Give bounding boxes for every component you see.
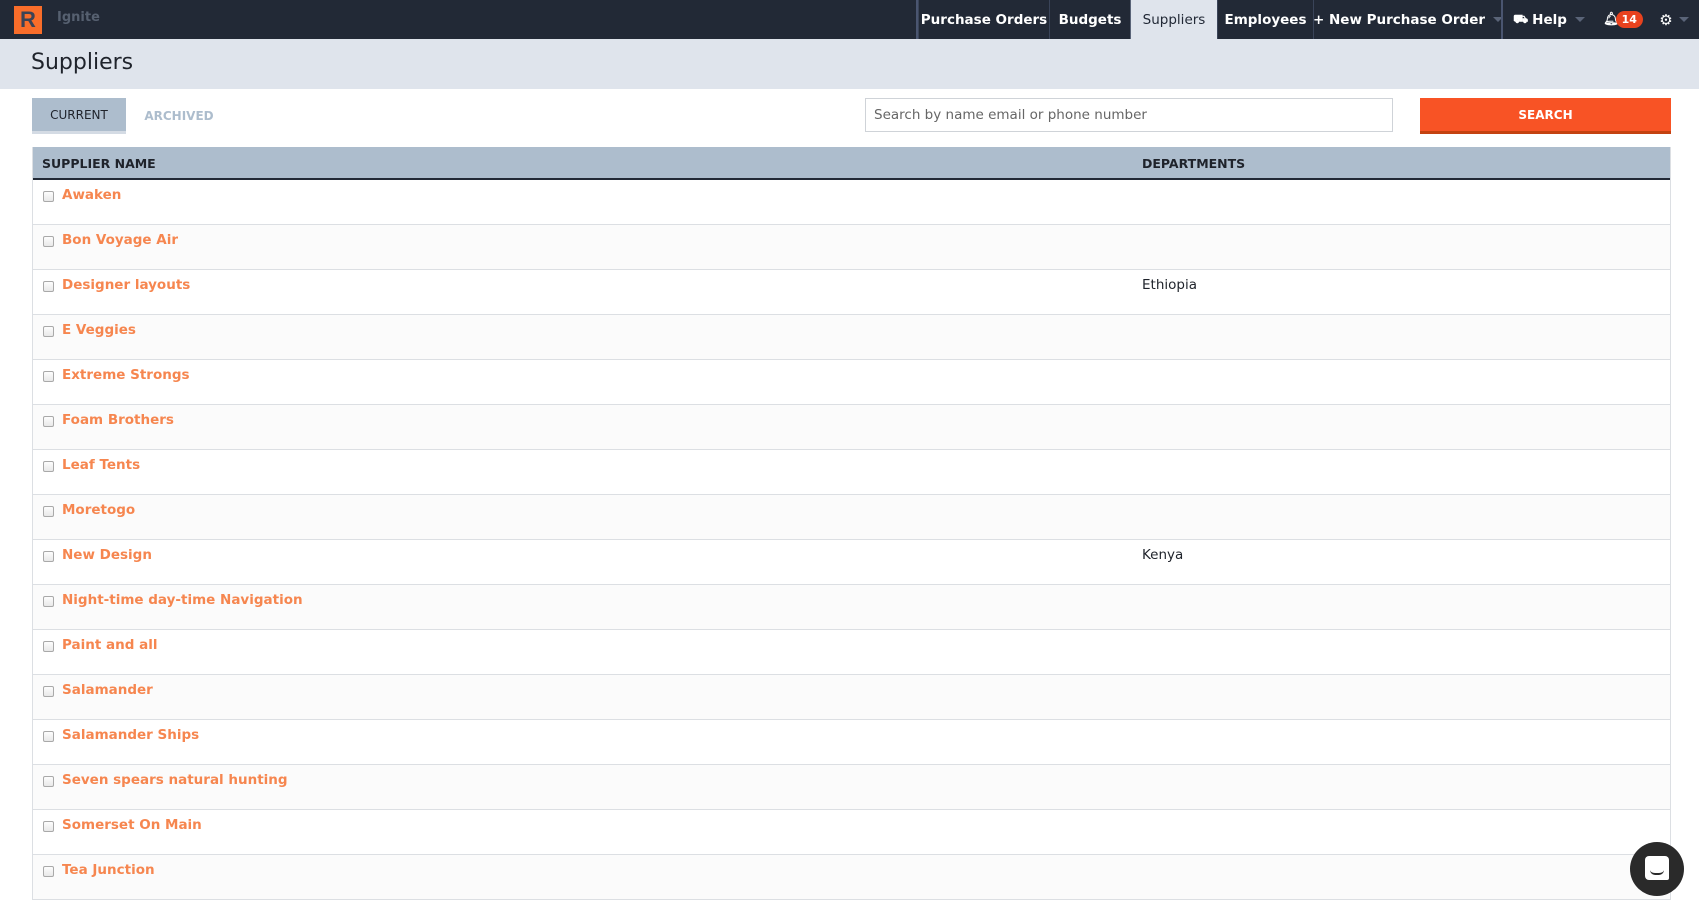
table-row: Salamander Ships bbox=[33, 720, 1670, 765]
row-checkbox[interactable] bbox=[43, 596, 54, 607]
row-checkbox[interactable] bbox=[43, 461, 54, 472]
row-checkbox[interactable] bbox=[43, 641, 54, 652]
supplier-name-link[interactable]: Salamander Ships bbox=[62, 727, 199, 743]
page-header: Suppliers bbox=[0, 39, 1699, 89]
nav-budgets[interactable]: Budgets bbox=[1049, 0, 1130, 39]
supplier-name-link[interactable]: E Veggies bbox=[62, 322, 136, 338]
table-row: Moretogo bbox=[33, 495, 1670, 540]
row-checkbox[interactable] bbox=[43, 191, 54, 202]
help-menu[interactable]: ⛟ Help bbox=[1503, 0, 1595, 39]
table-row: New Design Kenya bbox=[33, 540, 1670, 585]
table-row: Awaken bbox=[33, 180, 1670, 225]
settings-menu[interactable]: ⚙ bbox=[1652, 0, 1696, 39]
supplier-name-link[interactable]: Awaken bbox=[62, 187, 121, 203]
supplier-name-link[interactable]: Bon Voyage Air bbox=[62, 232, 178, 248]
notifications-button[interactable]: 🔔︎ 14 bbox=[1600, 0, 1646, 39]
supplier-name-link[interactable]: Moretogo bbox=[62, 502, 135, 518]
table-body: Awaken Bon Voyage Air Designer layouts Ethi… bbox=[33, 180, 1670, 900]
supplier-name-link[interactable]: Tea Junction bbox=[62, 862, 155, 878]
nav-employees[interactable]: Employees bbox=[1217, 0, 1313, 39]
supplier-departments: Ethiopia bbox=[1142, 277, 1197, 293]
supplier-name-link[interactable]: Salamander bbox=[62, 682, 153, 698]
supplier-name-link[interactable]: Night-time day-time Navigation bbox=[62, 592, 303, 608]
row-checkbox[interactable] bbox=[43, 686, 54, 697]
table-header: SUPPLIER NAME DEPARTMENTS bbox=[33, 147, 1670, 180]
gear-icon: ⚙ bbox=[1659, 10, 1673, 29]
row-checkbox[interactable] bbox=[43, 506, 54, 517]
suppliers-table: SUPPLIER NAME DEPARTMENTS Awaken Bon Voya… bbox=[32, 147, 1671, 900]
supplier-name-link[interactable]: Designer layouts bbox=[62, 277, 190, 293]
table-row: Designer layouts Ethiopia bbox=[33, 270, 1670, 315]
org-name: Ignite bbox=[57, 10, 100, 25]
ambulance-icon: ⛟ bbox=[1513, 11, 1529, 26]
table-row: Somerset On Main bbox=[33, 810, 1670, 855]
nav-purchase-orders[interactable]: Purchase Orders bbox=[918, 0, 1049, 39]
chat-icon bbox=[1645, 856, 1669, 880]
row-checkbox[interactable] bbox=[43, 731, 54, 742]
supplier-name-link[interactable]: New Design bbox=[62, 547, 152, 563]
help-label: Help bbox=[1532, 11, 1567, 28]
supplier-name-link[interactable]: Paint and all bbox=[62, 637, 157, 653]
table-row: Bon Voyage Air bbox=[33, 225, 1670, 270]
row-checkbox[interactable] bbox=[43, 326, 54, 337]
supplier-name-link[interactable]: Foam Brothers bbox=[62, 412, 174, 428]
tab-current[interactable]: CURRENT bbox=[32, 98, 126, 134]
row-checkbox[interactable] bbox=[43, 551, 54, 562]
table-row: Tea Junction bbox=[33, 855, 1670, 900]
new-purchase-order-button[interactable]: + New Purchase Order bbox=[1312, 0, 1504, 39]
supplier-name-link[interactable]: Seven spears natural hunting bbox=[62, 772, 288, 788]
supplier-departments: Kenya bbox=[1142, 547, 1184, 563]
row-checkbox[interactable] bbox=[43, 236, 54, 247]
chat-launcher-button[interactable] bbox=[1630, 842, 1684, 896]
chevron-down-icon bbox=[1678, 17, 1689, 22]
supplier-name-link[interactable]: Leaf Tents bbox=[62, 457, 140, 473]
nav-suppliers[interactable]: Suppliers bbox=[1130, 0, 1217, 39]
chevron-down-icon bbox=[1574, 17, 1585, 22]
table-row: Salamander bbox=[33, 675, 1670, 720]
table-row: Foam Brothers bbox=[33, 405, 1670, 450]
row-checkbox[interactable] bbox=[43, 416, 54, 427]
search-button[interactable]: SEARCH bbox=[1420, 98, 1671, 134]
supplier-name-link[interactable]: Somerset On Main bbox=[62, 817, 202, 833]
new-purchase-order-label: + New Purchase Order bbox=[1312, 11, 1486, 28]
supplier-name-link[interactable]: Extreme Strongs bbox=[62, 367, 190, 383]
notification-badge: 14 bbox=[1615, 11, 1643, 28]
row-checkbox[interactable] bbox=[43, 281, 54, 292]
table-row: Paint and all bbox=[33, 630, 1670, 675]
table-row: Night-time day-time Navigation bbox=[33, 585, 1670, 630]
table-row: Seven spears natural hunting bbox=[33, 765, 1670, 810]
table-row: Extreme Strongs bbox=[33, 360, 1670, 405]
top-navbar: R Ignite Purchase Orders Budgets Supplie… bbox=[0, 0, 1699, 39]
row-checkbox[interactable] bbox=[43, 866, 54, 877]
column-header-departments[interactable]: DEPARTMENTS bbox=[1142, 156, 1245, 171]
row-checkbox[interactable] bbox=[43, 776, 54, 787]
table-row: Leaf Tents bbox=[33, 450, 1670, 495]
search-input[interactable] bbox=[865, 98, 1393, 132]
app-logo[interactable]: R bbox=[14, 6, 42, 34]
row-checkbox[interactable] bbox=[43, 821, 54, 832]
tab-archived[interactable]: ARCHIVED bbox=[136, 98, 222, 134]
page-title: Suppliers bbox=[31, 50, 134, 75]
row-checkbox[interactable] bbox=[43, 371, 54, 382]
column-header-supplier-name[interactable]: SUPPLIER NAME bbox=[42, 156, 156, 171]
table-row: E Veggies bbox=[33, 315, 1670, 360]
